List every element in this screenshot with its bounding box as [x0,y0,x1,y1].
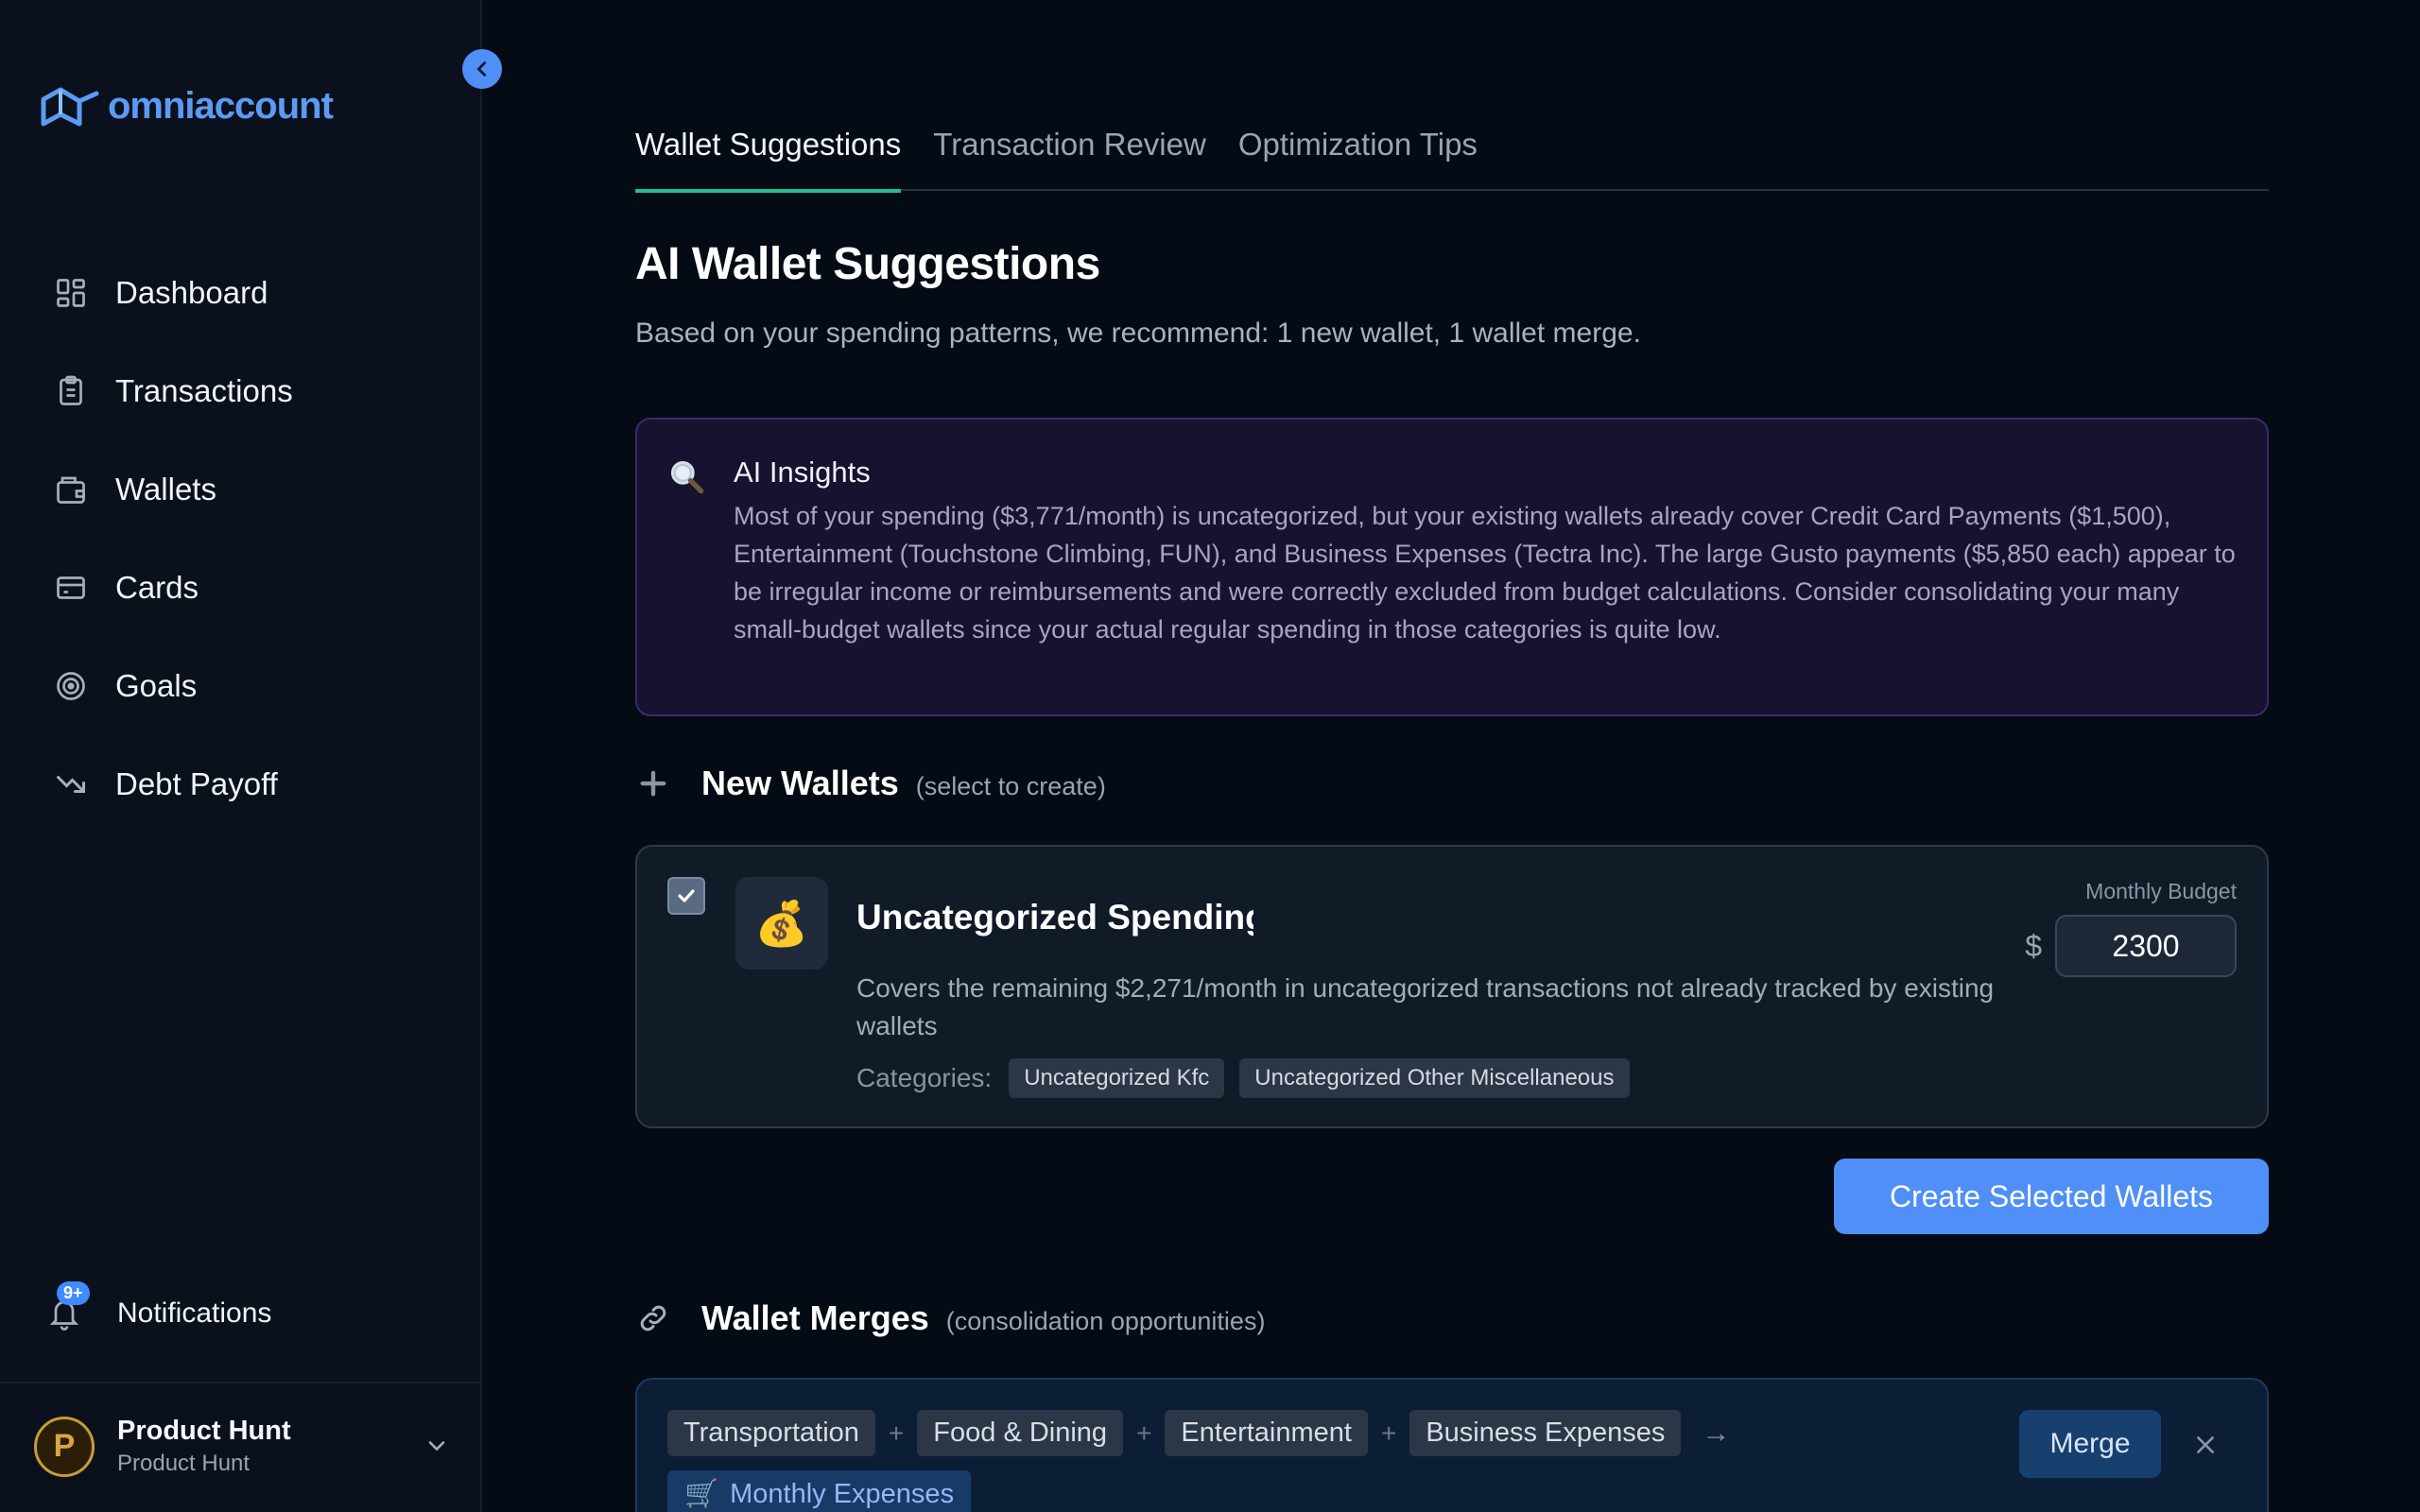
category-chip: Uncategorized Kfc [1009,1058,1225,1098]
sidebar-item-dashboard[interactable]: Dashboard [53,244,293,342]
notification-badge: 9+ [57,1281,90,1305]
wallet-select-checkbox[interactable] [667,877,705,915]
ai-insights-panel: AI Insights Most of your spending ($3,77… [635,418,2269,716]
check-icon [678,889,695,902]
merge-target-chip: 🛒 Monthly Expenses [667,1470,972,1512]
monthly-budget-label: Monthly Budget [2085,879,2237,903]
cart-icon: 🛒 [684,1479,719,1509]
create-selected-wallets-button[interactable]: Create Selected Wallets [1834,1159,2269,1234]
categories-label: Categories: [856,1063,993,1092]
sidebar-item-label: Wallets [115,472,216,507]
sidebar-item-label: Goals [115,668,198,703]
currency-symbol: $ [2025,928,2042,963]
new-wallets-header: New Wallets (select to create) [635,764,1106,803]
bell-icon: 9+ [47,1281,90,1332]
link-icon [635,1300,671,1336]
profile-menu[interactable]: P Product Hunt Product Hunt [34,1416,291,1477]
profile-subtitle: Product Hunt [117,1451,251,1476]
trending-down-icon [53,766,89,802]
new-wallets-title: New Wallets [701,764,899,802]
money-bag-icon: 💰 [735,877,828,970]
wallet-icon [53,472,89,507]
wallet-description: Covers the remaining $2,271/month in unc… [856,973,1995,1040]
insights-body: Most of your spending ($3,771/month) is … [734,502,2236,644]
magnifier-icon [666,455,707,502]
target-icon [53,668,89,704]
tab-optimization-tips[interactable]: Optimization Tips [1238,121,1478,191]
logo-icon [41,87,99,126]
plus-icon [635,765,671,801]
sidebar-nav: Dashboard Transactions Wallets Cards Goa… [53,244,293,833]
merge-button[interactable]: Merge [2019,1410,2161,1478]
wallet-suggestion-card: 💰 Uncategorized Spending Covers the rema… [635,845,2269,1128]
clipboard-icon [53,373,89,409]
sidebar: omniaccount Dashboard Transactions Walle… [0,0,482,1512]
collapse-sidebar-button[interactable] [462,49,502,89]
chevron-down-icon[interactable] [424,1433,450,1464]
page-title: AI Wallet Suggestions [635,239,1100,289]
sidebar-item-label: Debt Payoff [115,766,278,801]
sidebar-item-debt-payoff[interactable]: Debt Payoff [53,735,293,833]
notifications-link[interactable]: 9+ Notifications [47,1281,272,1332]
grid-icon [53,275,89,311]
close-icon[interactable] [2193,1433,2218,1462]
wallet-categories: Categories: Uncategorized Kfc Uncategori… [856,1058,1630,1098]
avatar: P [34,1416,95,1477]
tab-bar: Wallet Suggestions Transaction Review Op… [635,121,2269,193]
wallet-merges-title: Wallet Merges [701,1298,929,1337]
wallet-merges-header: Wallet Merges (consolidation opportuniti… [635,1298,1265,1338]
merge-sources: Transportation + Food & Dining + Enterta… [667,1410,1730,1456]
wallet-merge-card: Transportation + Food & Dining + Enterta… [635,1378,2269,1512]
tab-transaction-review[interactable]: Transaction Review [933,121,1206,191]
plus-sign: + [1136,1418,1152,1448]
merge-source-chip: Transportation [667,1410,875,1456]
arrow-right-icon: → [1702,1417,1731,1449]
merge-source-chip: Entertainment [1165,1410,1368,1456]
monthly-budget-row: $ 2300 [2025,915,2237,977]
logo[interactable]: omniaccount [40,85,334,128]
sidebar-item-transactions[interactable]: Transactions [53,342,293,440]
logo-text: omniaccount [108,85,334,127]
tab-wallet-suggestions[interactable]: Wallet Suggestions [635,121,902,193]
sidebar-item-wallets[interactable]: Wallets [53,440,293,539]
sidebar-item-label: Cards [115,570,199,605]
wallet-merges-hint: (consolidation opportunities) [945,1307,1266,1335]
sidebar-item-label: Dashboard [115,275,268,310]
category-chip: Uncategorized Other Miscellaneous [1239,1058,1630,1098]
merge-source-chip: Food & Dining [917,1410,1124,1456]
sidebar-item-cards[interactable]: Cards [53,539,293,637]
chevron-left-icon [476,61,487,77]
divider [0,1382,482,1383]
merge-source-chip: Business Expenses [1409,1410,1682,1456]
new-wallets-hint: (select to create) [915,772,1106,800]
page-subtitle: Based on your spending patterns, we reco… [635,318,1641,349]
profile-name: Product Hunt [117,1416,291,1446]
sidebar-item-goals[interactable]: Goals [53,637,293,735]
insights-title: AI Insights [734,455,871,489]
plus-sign: + [888,1418,905,1448]
plus-sign: + [1380,1418,1397,1448]
merge-target-name: Monthly Expenses [730,1478,955,1509]
card-icon [53,570,89,606]
sidebar-item-label: Transactions [115,373,293,408]
monthly-budget-input[interactable]: 2300 [2055,915,2237,977]
notifications-label: Notifications [117,1297,272,1329]
wallet-name: Uncategorized Spending [856,898,1253,936]
